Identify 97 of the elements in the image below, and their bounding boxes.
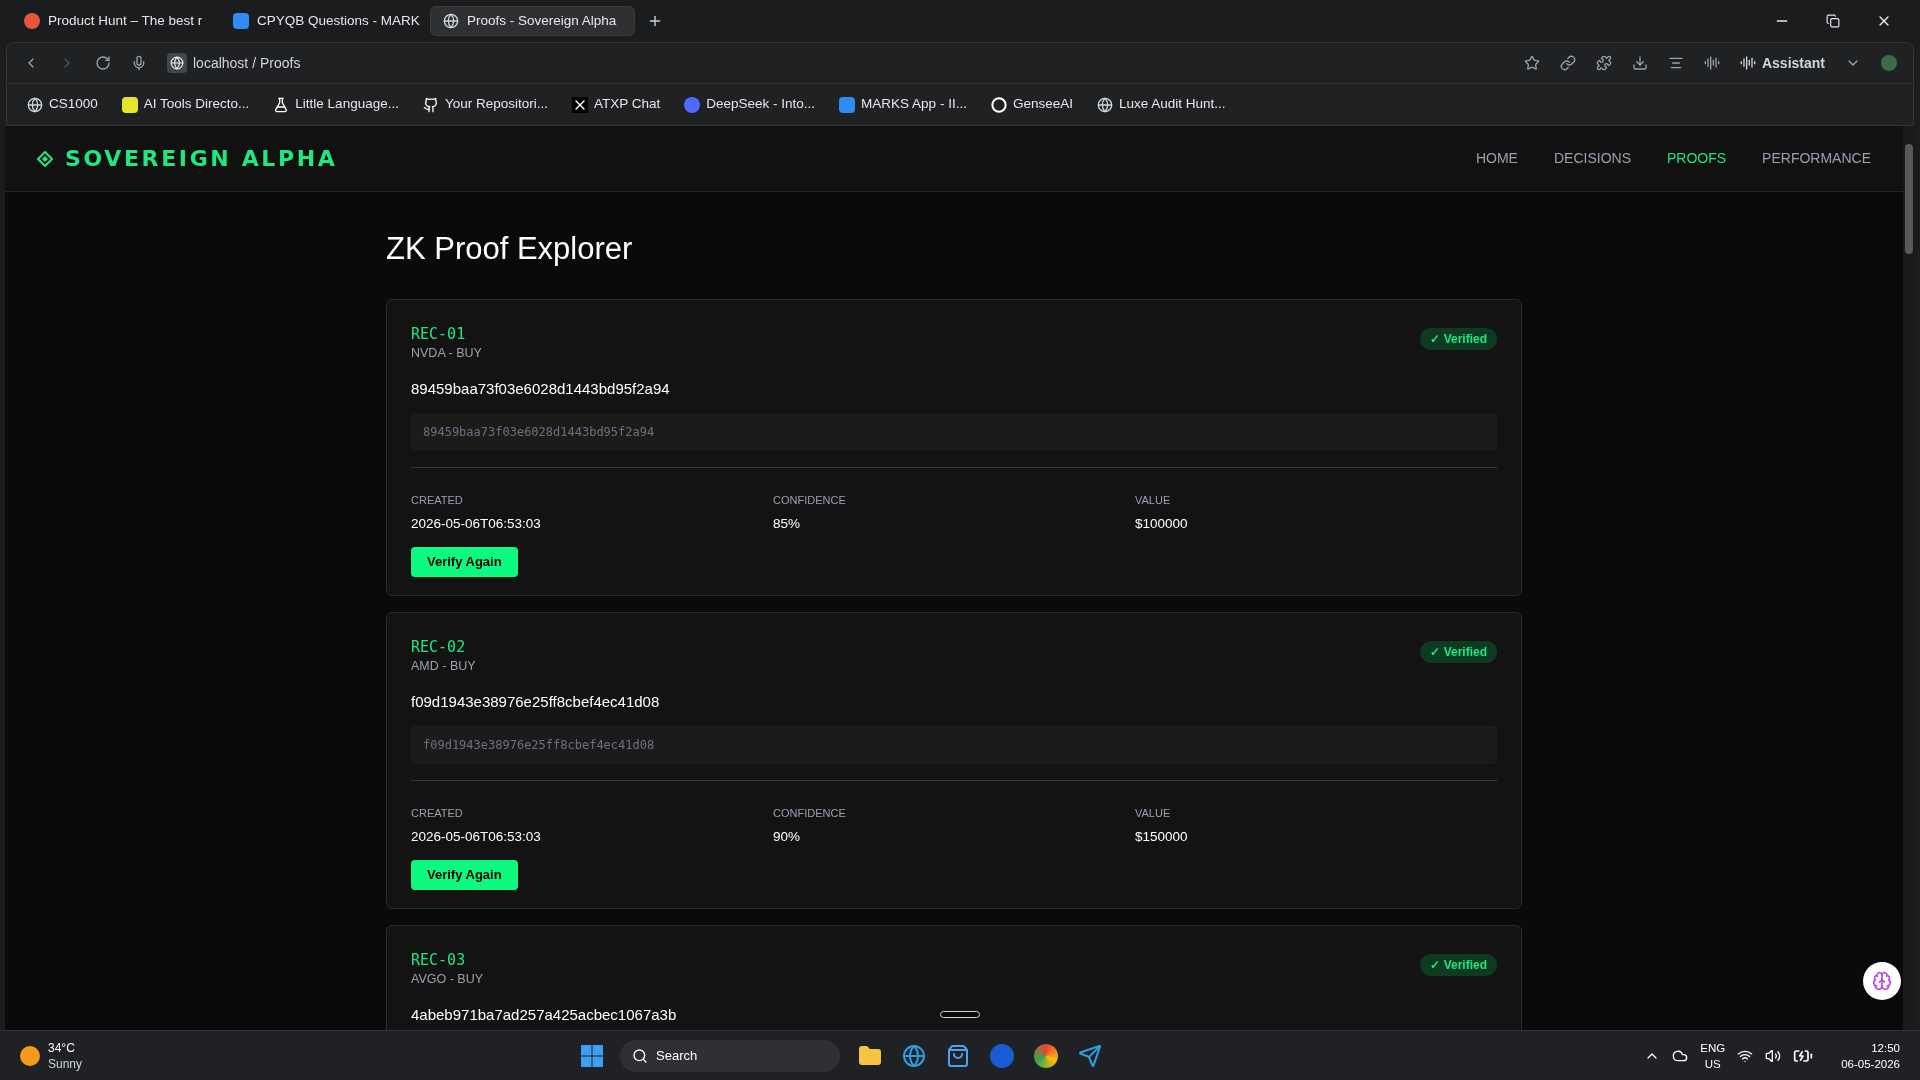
field-label: CONFIDENCE [773,492,847,508]
star-icon[interactable] [1523,55,1540,71]
volume-icon[interactable] [1765,1047,1782,1064]
hash-box: 89459baa73f03e6028d1443bd95f2a94 [411,412,1497,451]
download-icon[interactable] [1631,55,1648,71]
assistant-icon [1739,55,1756,71]
field-label: CREATED [411,805,464,821]
bookmark-label: Little Language... [295,95,399,114]
bookmark-item[interactable]: MARKS App - II... [839,94,967,115]
field-value: 85% [773,515,802,534]
globe-icon [1096,96,1113,113]
verified-badge: ✓ Verified [1420,640,1497,663]
tab-title: Proofs - Sovereign Alpha [467,11,617,30]
bookmark-app-icon [839,96,856,113]
verify-again-button[interactable]: Verify Again [411,859,518,890]
field-value: 90% [773,828,802,847]
field-value: 2026-05-06T06:53:03 [411,828,542,847]
sun-icon[interactable] [20,1045,40,1066]
tab-title: Product Hunt – The best r [48,11,203,30]
search-icon [632,1047,648,1064]
globe-icon [443,13,459,29]
browser-tab[interactable]: CPYQB Questions - MARK [221,6,426,36]
globe-icon [27,96,43,113]
bookmark-item[interactable]: AI Tools Directo... [121,94,250,115]
cat-logo-icon [422,96,439,113]
nav-link[interactable]: DECISIONS [1553,148,1631,169]
browser-tab[interactable]: Proofs - Sovereign Alpha [430,6,635,36]
bookmark-label: Your Repositori... [444,95,548,114]
profile-avatar-icon[interactable] [1881,55,1897,71]
bookmark-label: AI Tools Directo... [143,95,250,114]
flask-icon [273,96,290,113]
record-id: REC-01 [411,323,467,344]
address-field[interactable]: localhost / Proofs [193,52,301,74]
record-subtitle: AMD - BUY [411,657,476,675]
restore-icon[interactable] [1826,14,1840,28]
taskbar-search-field[interactable]: Search [620,1039,840,1072]
verified-badge: ✓ Verified [1420,953,1497,976]
microphone-icon[interactable] [131,55,147,71]
record-id: REC-02 [411,636,467,657]
region: US [1704,1056,1721,1072]
bookmark-item[interactable]: Luxe Audit Hunt... [1096,94,1226,115]
bookmark-app-icon [233,13,249,29]
field-label: CONFIDENCE [773,805,847,821]
bookmark-label: CS1000 [49,95,98,114]
tab-title: CPYQB Questions - MARK [257,11,420,30]
proof-hash: 89459baa73f03e6028d1443bd95f2a94 [411,379,670,400]
bookmark-item[interactable]: DeepSeek - Into... [684,94,816,115]
x-logo-icon [572,96,588,113]
audio-icon[interactable] [1703,55,1720,71]
field-label: VALUE [1135,492,1172,508]
assistant-bubble-icon[interactable] [1863,962,1901,1000]
weather-text: Sunny [48,1055,83,1072]
brand-name: SOVEREIGN ALPHA [65,145,338,173]
field-value: 2026-05-06T06:53:03 [411,515,542,534]
bookmark-label: DeepSeek - Into... [706,95,816,114]
proof-hash: 4abeb971ba7ad257a425acbec1067a3b [411,1005,677,1026]
new-tab-icon[interactable] [647,13,663,29]
proof-hash: f09d1943e38976e25ff8cbef4ec41d08 [411,692,660,713]
language: ENG [1700,1040,1726,1056]
hash-box: f09d1943e38976e25ff8cbef4ec41d08 [411,725,1497,764]
drag-handle[interactable] [940,1011,980,1018]
nav-link[interactable]: PERFORMANCE [1762,148,1871,169]
record-subtitle: AVGO - BUY [411,970,483,988]
reload-icon[interactable] [95,55,111,71]
field-label: VALUE [1135,805,1172,821]
lines-icon[interactable] [1667,55,1684,71]
bookmark-label: Luxe Audit Hunt... [1118,95,1226,114]
site-info-icon[interactable] [167,53,187,73]
bookmark-label: ATXP Chat [594,95,661,114]
page-title: ZK Proof Explorer [386,230,634,268]
temperature: 34°C [48,1039,76,1056]
bookmark-item[interactable]: CS1000 [27,94,98,115]
bookmark-label: MARKS App - II... [861,95,967,114]
verified-badge: ✓ Verified [1420,327,1497,350]
clock-date: 06-05-2026 [1841,1056,1900,1072]
diamond-logo-icon [37,150,53,167]
browser-tab[interactable]: Product Hunt – The best r [12,6,217,36]
bookmark-item[interactable]: GenseeAI [990,94,1073,115]
record-id: REC-03 [411,949,467,970]
link-icon[interactable] [1559,55,1576,71]
bookmark-item[interactable]: Your Repositori... [422,94,548,115]
record-subtitle: NVDA - BUY [411,344,482,362]
assistant-button[interactable]: Assistant [1739,52,1825,74]
extensions-icon[interactable] [1595,55,1612,71]
field-label: CREATED [411,492,464,508]
verify-again-button[interactable]: Verify Again [411,546,518,577]
field-value: $150000 [1135,828,1189,847]
windows-start-icon[interactable] [580,1043,604,1068]
bookmark-label: GenseeAI [1012,95,1073,114]
bookmark-item[interactable]: Little Language... [273,94,399,115]
nav-link[interactable]: HOME [1475,148,1518,169]
bookmark-item[interactable]: ATXP Chat [572,94,661,115]
ring-icon [990,96,1007,113]
field-value: $100000 [1135,515,1189,534]
nav-link[interactable]: PROOFS [1666,148,1727,169]
scrollbar[interactable] [1903,126,1915,1030]
clock-time: 12:50 [1871,1040,1900,1056]
